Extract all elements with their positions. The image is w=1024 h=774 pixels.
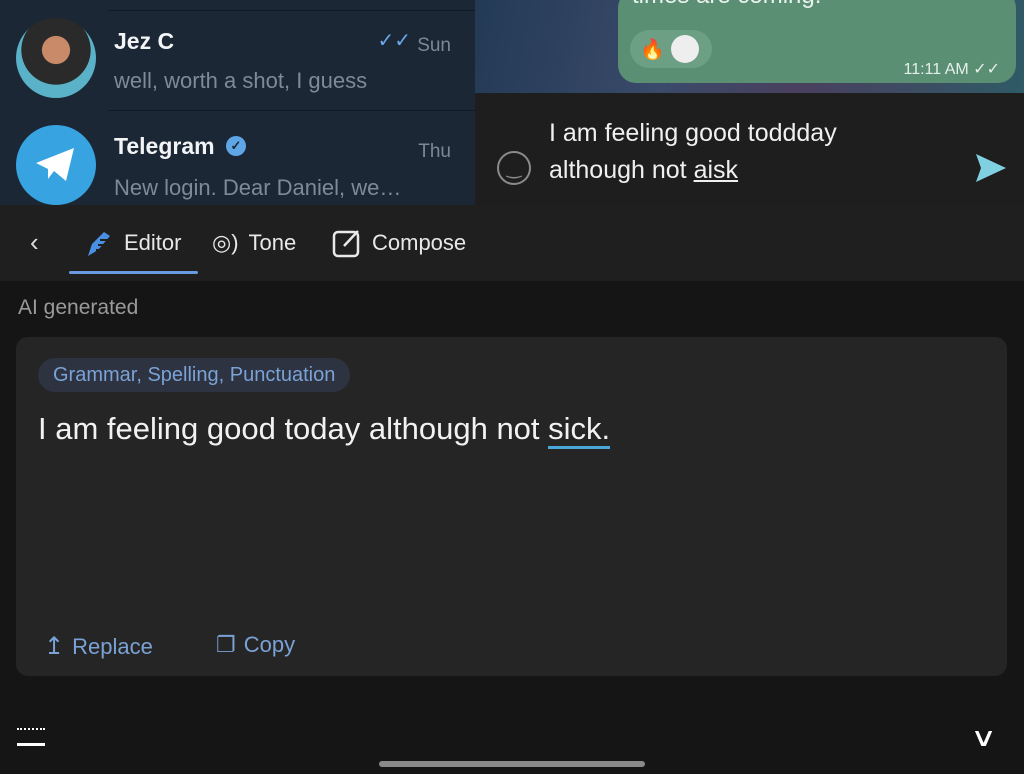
double-check-icon: ✓✓ <box>377 30 411 52</box>
pen-icon <box>88 232 110 256</box>
chat-item-telegram[interactable]: Telegram ✓ Thu New login. Dear Daniel, w… <box>0 111 475 218</box>
avatar <box>16 18 96 98</box>
verified-icon: ✓ <box>226 136 246 156</box>
copy-icon: ❐ <box>216 632 236 657</box>
chat-preview: well, worth a shot, I guess <box>114 68 368 93</box>
input-line: I am feeling good toddday <box>549 119 837 147</box>
reactor-avatar <box>670 35 699 63</box>
suggestion-card: Grammar, Spelling, Punctuation I am feel… <box>16 337 1007 676</box>
copy-button[interactable]: ❐ Copy <box>216 632 295 658</box>
replace-icon: ↥ <box>44 633 65 660</box>
corrected-word: sick. <box>548 411 611 449</box>
compose-icon <box>332 230 360 258</box>
replace-button[interactable]: ↥ Replace <box>44 632 153 661</box>
suggestion-prefix: I am feeling good today although not <box>38 411 549 446</box>
keyboard-icon[interactable] <box>17 728 45 746</box>
section-label: AI generated <box>18 296 139 319</box>
tone-icon: ◎) <box>212 230 239 255</box>
misspelled-word: aisk <box>693 156 739 184</box>
tab-label: Compose <box>372 230 467 255</box>
back-icon[interactable]: ‹ <box>30 227 39 258</box>
chat-name: Jez C <box>114 28 175 54</box>
chat-item-jez[interactable]: Jez C Sun ✓✓ well, worth a shot, I guess <box>0 4 475 111</box>
message-meta: 11:11 AM ✓✓ <box>904 59 1001 79</box>
chat-date: Sun <box>417 35 451 56</box>
message-bubble[interactable]: times are coming. 🔥 11:11 AM ✓✓ <box>618 0 1016 83</box>
message-text: times are coming. <box>632 0 821 10</box>
send-icon[interactable] <box>975 153 1007 183</box>
tab-tone[interactable]: ◎) Tone <box>212 205 296 281</box>
telegram-logo-icon <box>16 125 96 205</box>
chat-list: Jez C Sun ✓✓ well, worth a shot, I guess… <box>0 0 475 205</box>
emoji-icon[interactable]: ‿ <box>497 151 531 185</box>
ai-toolbar: ‹ Editor ◎) Tone Compose <box>0 205 1024 281</box>
suggestion-text[interactable]: I am feeling good today although not sic… <box>38 411 611 449</box>
tab-editor[interactable]: Editor <box>84 205 181 281</box>
tab-compose[interactable]: Compose <box>332 205 466 281</box>
copy-label: Copy <box>243 632 296 657</box>
home-indicator[interactable] <box>379 761 645 767</box>
reactions[interactable]: 🔥 <box>630 30 712 68</box>
chat-date: Thu <box>418 141 451 162</box>
chevron-down-icon[interactable]: ∨ <box>970 722 997 753</box>
input-line: although not <box>549 156 694 184</box>
chat-preview: New login. Dear Daniel, we… <box>114 175 402 200</box>
double-check-icon: ✓✓ <box>973 61 1000 78</box>
message-input[interactable]: ‿ I am feeling good toddday although not… <box>475 93 1024 205</box>
tab-label: Editor <box>124 230 182 255</box>
active-tab-indicator <box>69 271 198 274</box>
message-time: 11:11 AM <box>903 61 969 78</box>
fire-reaction: 🔥 <box>640 38 665 61</box>
suggestion-tag: Grammar, Spelling, Punctuation <box>38 358 351 392</box>
input-text: I am feeling good toddday although not a… <box>549 115 837 189</box>
tab-label: Tone <box>248 230 297 255</box>
replace-label: Replace <box>72 633 153 659</box>
chat-name: Telegram <box>114 133 215 159</box>
